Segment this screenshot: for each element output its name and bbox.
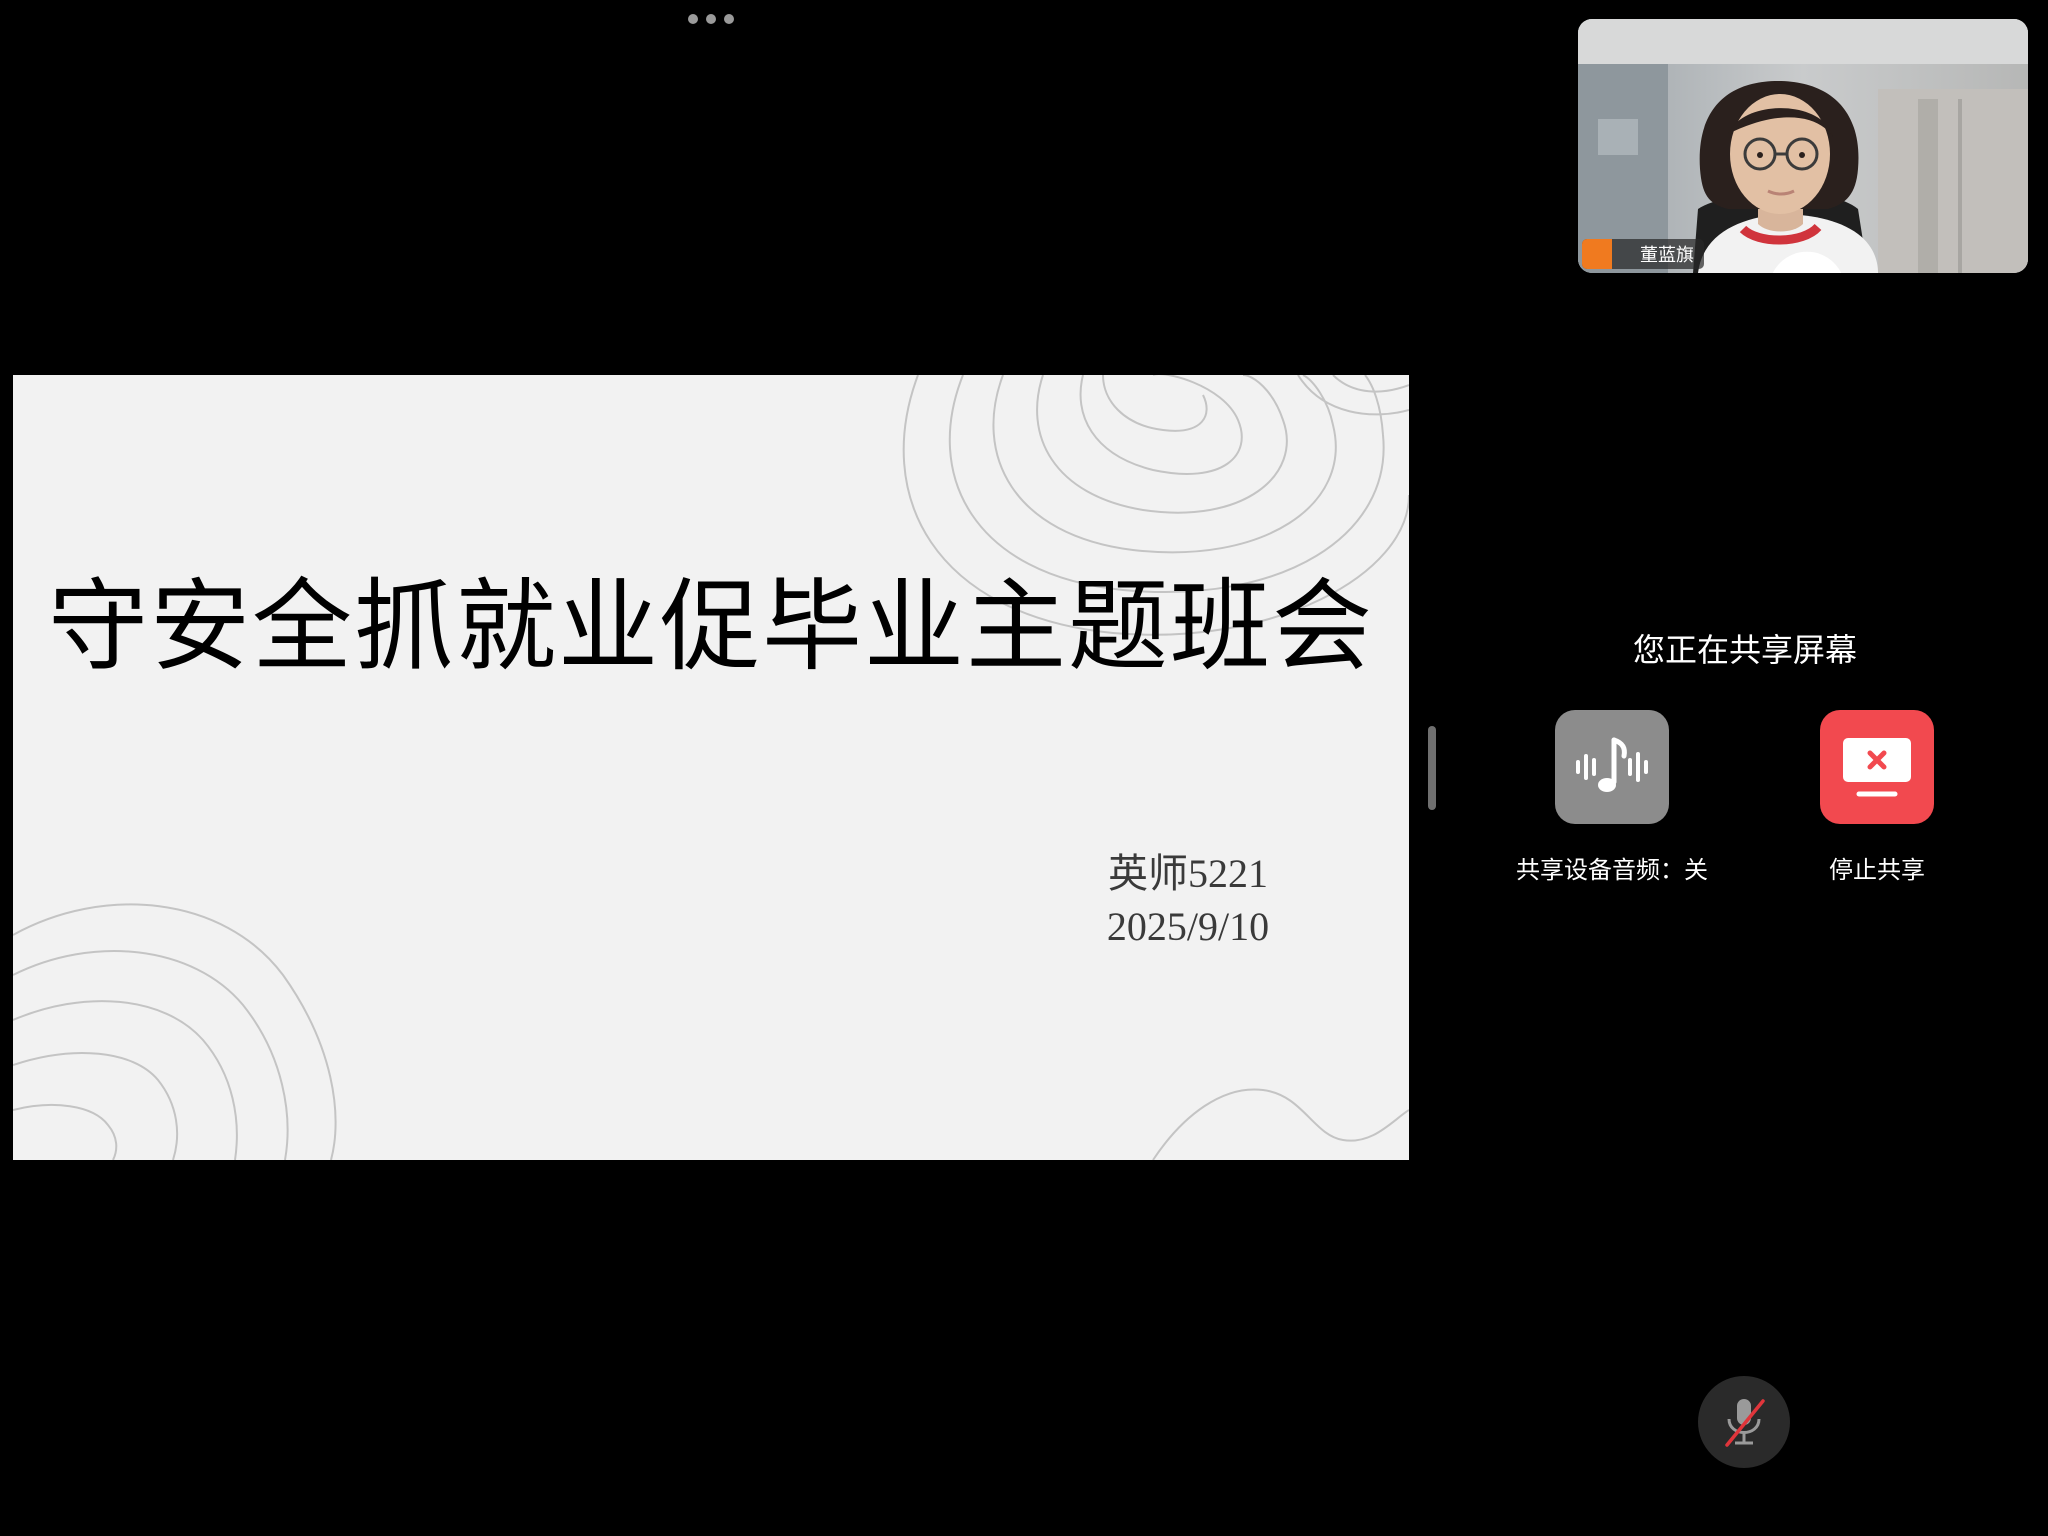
- slide-date: 2025/9/10: [1106, 904, 1270, 949]
- participant-label: 董蓝旗: [1582, 239, 1842, 273]
- meeting-screen: 守安全抓就业促毕业主题班会 英师5221 2025/9/10 董蓝旗 您正在共享…: [0, 0, 2048, 1536]
- stop-sharing-label: 停止共享: [1829, 856, 1925, 884]
- panel-resize-handle[interactable]: [1428, 726, 1436, 810]
- microphone-muted-icon: [1725, 1399, 1765, 1447]
- camera-view[interactable]: 董蓝旗: [1578, 19, 2028, 273]
- dot: [724, 14, 734, 24]
- more-options-icon[interactable]: [688, 10, 734, 28]
- microphone-icon: [1612, 239, 1842, 273]
- stop-screen-share-icon: [1843, 738, 1911, 797]
- slide-author: 英师5221: [1108, 851, 1268, 896]
- microphone-muted-button[interactable]: [1698, 1376, 1790, 1468]
- music-waveform-icon: [1576, 737, 1648, 792]
- shared-slide: 守安全抓就业促毕业主题班会 英师5221 2025/9/10: [13, 375, 1409, 1160]
- contour-decoration: [13, 375, 1409, 1160]
- participant-video: [1578, 19, 2028, 273]
- dot: [688, 14, 698, 24]
- sharing-status-heading: 您正在共享屏幕: [1632, 631, 1857, 669]
- stop-sharing-button[interactable]: [1820, 710, 1934, 824]
- share-device-audio-label: 共享设备音频：关: [1516, 856, 1708, 884]
- dot: [706, 14, 716, 24]
- share-device-audio-button[interactable]: [1555, 710, 1669, 824]
- slide-title: 守安全抓就业促毕业主题班会: [48, 568, 1374, 685]
